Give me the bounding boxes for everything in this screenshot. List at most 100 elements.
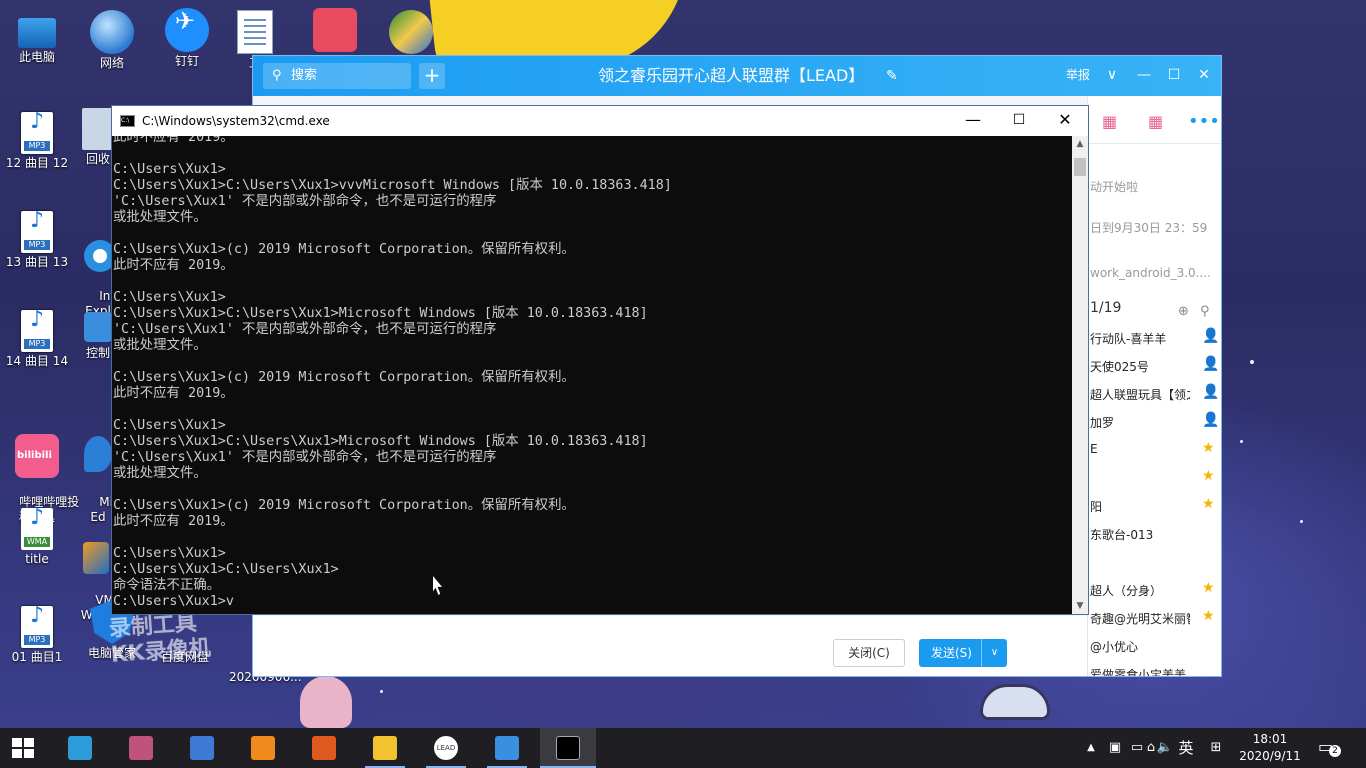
member-list-item[interactable]: 爱做零食小宝美美 (1088, 662, 1221, 676)
file-name[interactable]: work_android_3.0.... (1090, 266, 1211, 280)
scroll-up-icon[interactable]: ▲ (1072, 136, 1088, 152)
close-chat-button[interactable]: 关闭(C) (833, 639, 905, 667)
qq-input-area[interactable]: 关闭(C) 发送(S) ∨ (253, 616, 1087, 676)
send-button[interactable]: 发送(S) ∨ (919, 639, 1007, 667)
computer-icon (18, 18, 56, 48)
taskbar-app-3[interactable] (235, 728, 291, 768)
member-list-item[interactable]: 超人（分身） ★ (1088, 578, 1221, 604)
member-list-item[interactable]: 行动队-喜羊羊 👤 (1088, 326, 1221, 352)
search-icon[interactable]: ⚲ (1200, 302, 1220, 322)
announcement-text: 动开始啦 (1090, 180, 1139, 194)
cmd-console-output[interactable]: 此时不应有 2019。 C:\Users\Xux1> C:\Users\Xux1>C… (112, 136, 1072, 614)
network-icon (90, 10, 134, 54)
scroll-down-icon[interactable]: ▼ (1072, 598, 1088, 614)
chevron-down-icon[interactable]: ∨ (1101, 56, 1123, 94)
member-list-item[interactable] (1088, 550, 1221, 576)
notification-icon[interactable]: ▭ 2 (1318, 736, 1341, 758)
star-icon: ★ (1202, 580, 1215, 596)
clock-time: 18:01 (1252, 732, 1288, 746)
console-line: 'C:\Users\Xux1' 不是内部或外部命令，也不是可运行的程序 (113, 450, 497, 465)
qq-group-title: 领之睿乐园开心超人联盟群【LEAD】 (598, 66, 865, 85)
cmd-icon: C:\ (120, 115, 135, 127)
system-clock[interactable]: 18:01 2020/9/11 (1236, 731, 1304, 765)
close-icon[interactable]: ✕ (1042, 106, 1088, 136)
cmd-title-bar[interactable]: C:\ C:\Windows\system32\cmd.exe — ☐ ✕ (112, 106, 1088, 136)
console-line: 或批处理文件。 (113, 466, 207, 481)
member-list-item[interactable]: 东歌台-013 (1088, 522, 1221, 548)
apps-icon[interactable]: ▦ (1148, 112, 1168, 132)
console-line: C:\Users\Xux1> (113, 162, 226, 177)
desktop-icon-track-01[interactable]: 01 曲目1 (4, 606, 70, 665)
member-name: 超人（分身） (1090, 584, 1163, 598)
person-icon: 👤 (1202, 328, 1220, 344)
keyboard-grid-icon[interactable]: ⊞ (1206, 728, 1226, 768)
desktop-icon-track-14[interactable]: 14 曲目 14 (4, 310, 70, 369)
taskbar-app-1[interactable] (113, 728, 169, 768)
console-line: 'C:\Users\Xux1' 不是内部或外部命令，也不是可运行的程序 (113, 194, 497, 209)
console-line: 此时不应有 2019。 (113, 386, 234, 401)
cmd-icon (556, 736, 580, 760)
start-button[interactable] (0, 728, 48, 768)
grid-icon[interactable]: ▦ (1102, 112, 1122, 132)
taskbar-edge[interactable] (52, 728, 108, 768)
desktop-icon-label: 控制 (85, 346, 110, 360)
member-list-item[interactable]: ★ (1088, 466, 1221, 492)
member-list-item[interactable]: @小优心 (1088, 634, 1221, 660)
qq-group-sidebar: ▦ ▦ ••• 动开始啦 日到9月30日 23：59 work_android_… (1087, 96, 1221, 676)
tray-chevron-up-icon[interactable]: ▲ (1084, 728, 1098, 768)
desktop-icon-label: 网络 (99, 56, 124, 70)
console-line: 此时不应有 2019。 (113, 514, 234, 529)
desktop-icon-this-pc[interactable]: 此电脑 (4, 10, 70, 65)
desktop-icon-control-panel[interactable]: 控制 (84, 312, 112, 361)
qq-title-bar[interactable]: ⚲ 搜索 + 领之睿乐园开心超人联盟群【LEAD】 ✎ 举报 ∨ — ☐ ✕ (253, 56, 1221, 96)
cmd-scrollbar[interactable]: ▲ ▼ (1072, 136, 1088, 614)
minimize-icon[interactable]: — (950, 106, 996, 136)
announcement-date: 日到9月30日 23：59 (1090, 221, 1208, 235)
console-line: 此时不应有 2019。 (113, 136, 234, 145)
desktop-icon-label: 钉钉 (174, 54, 199, 68)
member-list-item[interactable]: 天使025号 👤 (1088, 354, 1221, 380)
tray-app-icon[interactable]: ▣ (1106, 728, 1124, 768)
desktop-icon-game[interactable] (302, 8, 368, 54)
member-list-item[interactable]: 奇趣@光明艾米丽智 ★ (1088, 606, 1221, 632)
desktop-icon-title-wma[interactable]: title (4, 508, 70, 567)
desktop-icon-track-12[interactable]: 12 曲目 12 (4, 112, 70, 171)
qq-search-input[interactable]: ⚲ 搜索 (263, 63, 411, 89)
maximize-icon[interactable]: ☐ (1163, 56, 1185, 94)
taskbar-photos[interactable] (479, 728, 535, 768)
ime-indicator[interactable]: 英 (1176, 728, 1196, 768)
desktop-icon-track-13[interactable]: 13 曲目 13 (4, 211, 70, 270)
chevron-down-icon[interactable]: ∨ (981, 639, 1007, 667)
member-list-item[interactable]: E ★ (1088, 438, 1221, 464)
wallpaper-star (1300, 520, 1303, 523)
minimize-icon[interactable]: — (1133, 56, 1155, 94)
star-icon: ★ (1202, 496, 1215, 512)
wallpaper-star (1250, 360, 1254, 364)
report-button[interactable]: 举报 (1066, 56, 1090, 94)
bilibili-icon (15, 434, 59, 478)
taskbar-cmd[interactable] (540, 728, 596, 768)
volume-icon[interactable]: 🔈 (1156, 728, 1174, 768)
taskbar-lead[interactable]: LEAD (418, 728, 474, 768)
maximize-icon[interactable]: ☐ (996, 106, 1042, 136)
taskbar-explorer[interactable] (357, 728, 413, 768)
close-icon[interactable]: ✕ (1193, 56, 1215, 94)
taskbar-app-2[interactable] (174, 728, 230, 768)
member-list-item[interactable]: 阳 ★ (1088, 494, 1221, 520)
scrollbar-thumb[interactable] (1074, 158, 1086, 176)
notification-count: 2 (1329, 745, 1341, 757)
more-icon[interactable]: ••• (1188, 112, 1220, 132)
app-icon (190, 736, 214, 760)
desktop-icon-dingtalk[interactable]: 钉钉 (154, 8, 220, 69)
desktop-icon-network[interactable]: 网络 (79, 10, 145, 71)
desktop-icon-label: 此电脑 (18, 50, 55, 64)
taskbar-app-4[interactable] (296, 728, 352, 768)
member-list-item[interactable]: 超人联盟玩具【领之 👤 (1088, 382, 1221, 408)
qq-search-placeholder: 搜索 (291, 68, 318, 83)
add-icon[interactable]: + (419, 63, 445, 89)
desktop-icon-shield[interactable] (378, 10, 444, 56)
edit-icon[interactable]: ✎ (886, 56, 898, 96)
member-list-item[interactable]: 加罗 👤 (1088, 410, 1221, 436)
mp3-file-icon (21, 606, 53, 648)
member-add-icon[interactable]: ⊕ (1178, 302, 1198, 322)
